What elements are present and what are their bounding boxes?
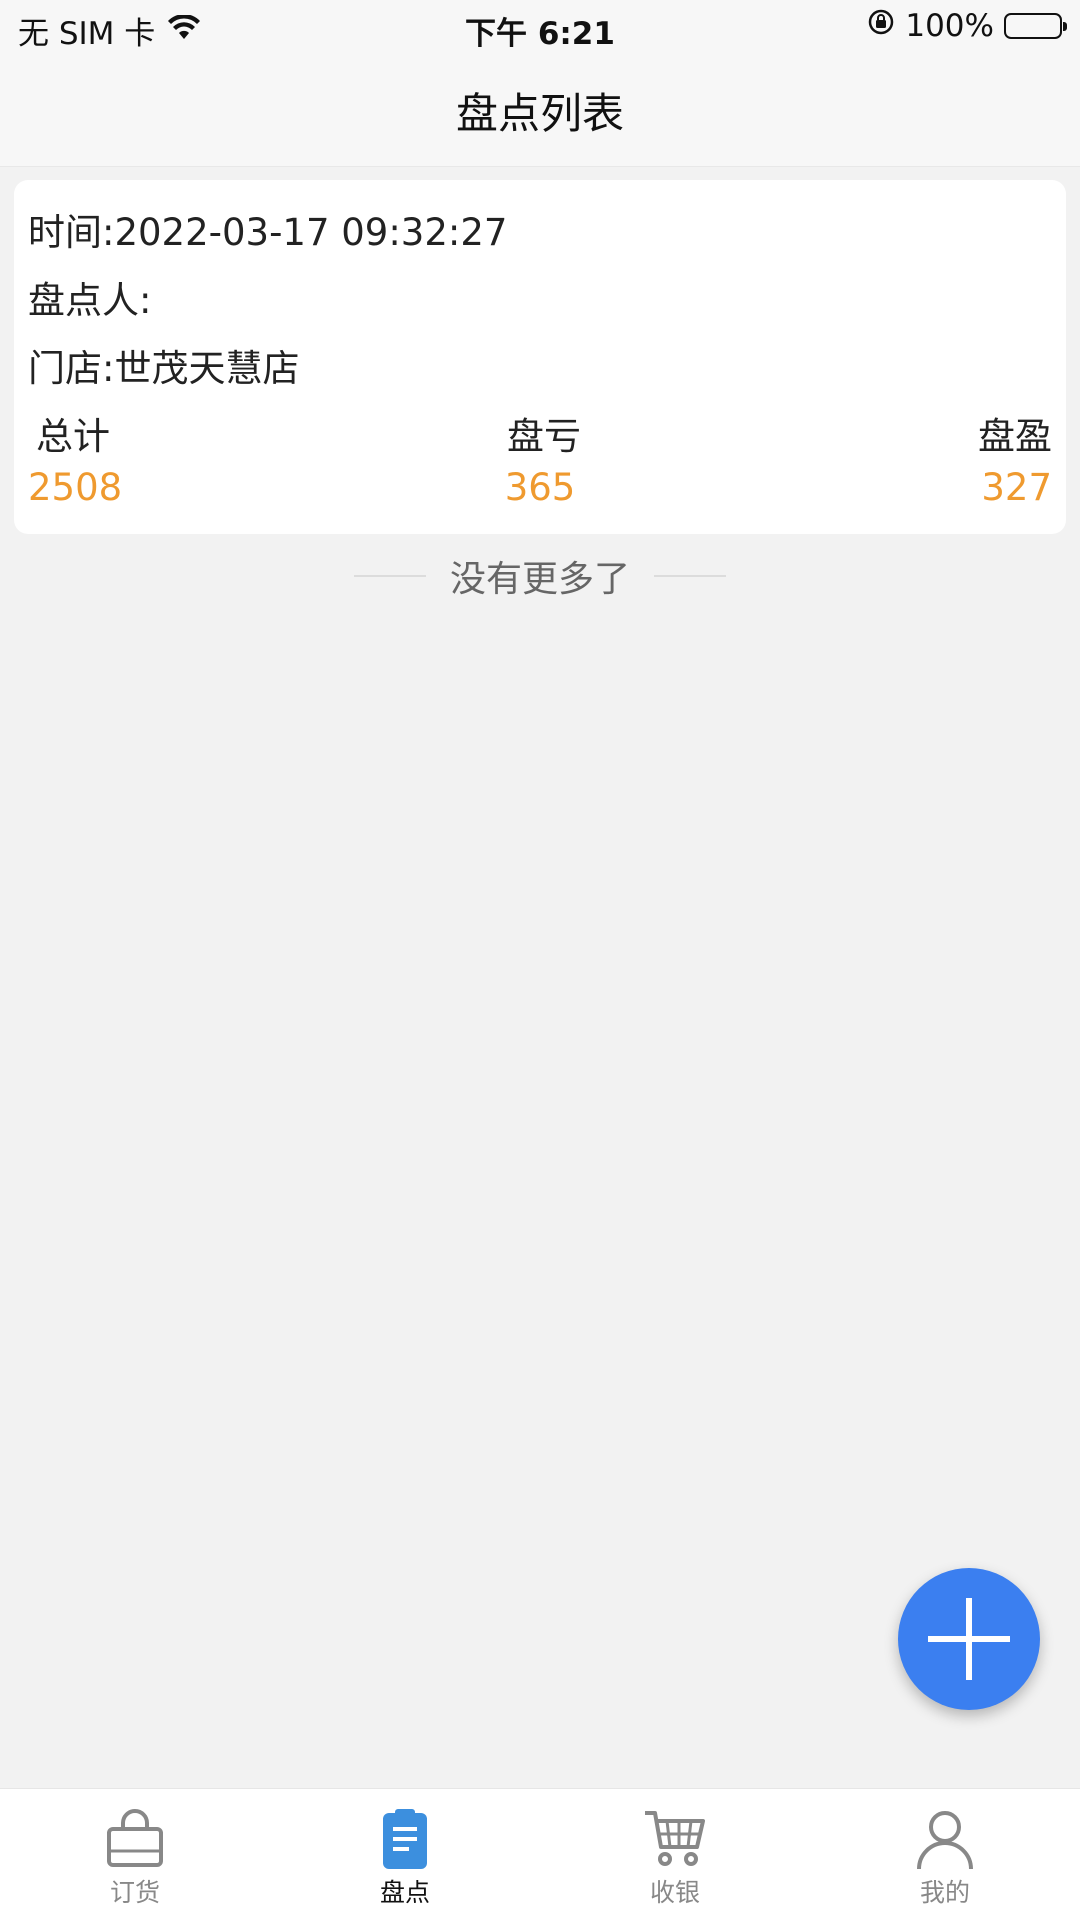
page-title: 盘点列表 xyxy=(455,89,624,138)
loss-label: 盘亏 xyxy=(507,415,581,458)
tab-bar: 订货 盘点 收银 我的 xyxy=(0,1788,1080,1920)
divider-left xyxy=(353,575,426,577)
status-right: 100% xyxy=(867,8,1067,44)
tab-checkout-label: 收银 xyxy=(649,1878,700,1907)
tab-profile[interactable]: 我的 xyxy=(810,1789,1080,1920)
counter-row: 盘点人: xyxy=(28,270,151,324)
total-label: 总计 xyxy=(36,415,110,458)
add-stocktake-button[interactable] xyxy=(898,1568,1040,1710)
gain-value: 327 xyxy=(981,466,1052,509)
time-value: 2022-03-17 09:32:27 xyxy=(114,211,508,254)
gain-label: 盘盈 xyxy=(978,415,1052,458)
tab-profile-label: 我的 xyxy=(919,1878,970,1907)
stats-labels: 总计 盘亏 盘盈 xyxy=(28,406,1052,460)
list-end-text: 没有更多了 xyxy=(449,559,630,600)
store-value: 世茂天慧店 xyxy=(114,347,300,390)
store-row: 门店:世茂天慧店 xyxy=(28,338,299,392)
tab-stocktake-label: 盘点 xyxy=(379,1878,430,1907)
status-bar: 无 SIM 卡 下午 6:21 100% xyxy=(0,0,1080,56)
time-label: 时间: xyxy=(28,211,115,254)
list-end-indicator: 没有更多了 xyxy=(0,550,1080,602)
shopping-cart-icon xyxy=(643,1807,707,1871)
time-row: 时间:2022-03-17 09:32:27 xyxy=(28,202,507,256)
stats-values: 2508 365 327 xyxy=(28,466,1052,509)
battery-percent: 100% xyxy=(905,8,994,44)
top-bar: 无 SIM 卡 下午 6:21 100% 盘点列表 xyxy=(0,0,1080,167)
loss-value: 365 xyxy=(504,466,576,509)
screen: 无 SIM 卡 下午 6:21 100% 盘点列表 时间:2022-03-17 … xyxy=(0,0,1080,1920)
shopping-bag-icon xyxy=(103,1807,167,1871)
battery-icon xyxy=(1004,13,1067,39)
counter-label: 盘点人: xyxy=(28,279,152,322)
tab-stocktake[interactable]: 盘点 xyxy=(270,1789,540,1920)
clipboard-icon xyxy=(373,1807,437,1871)
tab-checkout[interactable]: 收银 xyxy=(540,1789,810,1920)
tab-order-label: 订货 xyxy=(109,1878,160,1907)
store-label: 门店: xyxy=(28,347,115,390)
stocktake-record-card[interactable]: 时间:2022-03-17 09:32:27 盘点人: 门店:世茂天慧店 总计 … xyxy=(14,180,1066,534)
divider-right xyxy=(654,575,726,577)
orientation-lock-icon xyxy=(867,8,895,44)
tab-order[interactable]: 订货 xyxy=(0,1789,270,1920)
user-icon xyxy=(913,1807,977,1871)
total-value: 2508 xyxy=(28,466,123,509)
